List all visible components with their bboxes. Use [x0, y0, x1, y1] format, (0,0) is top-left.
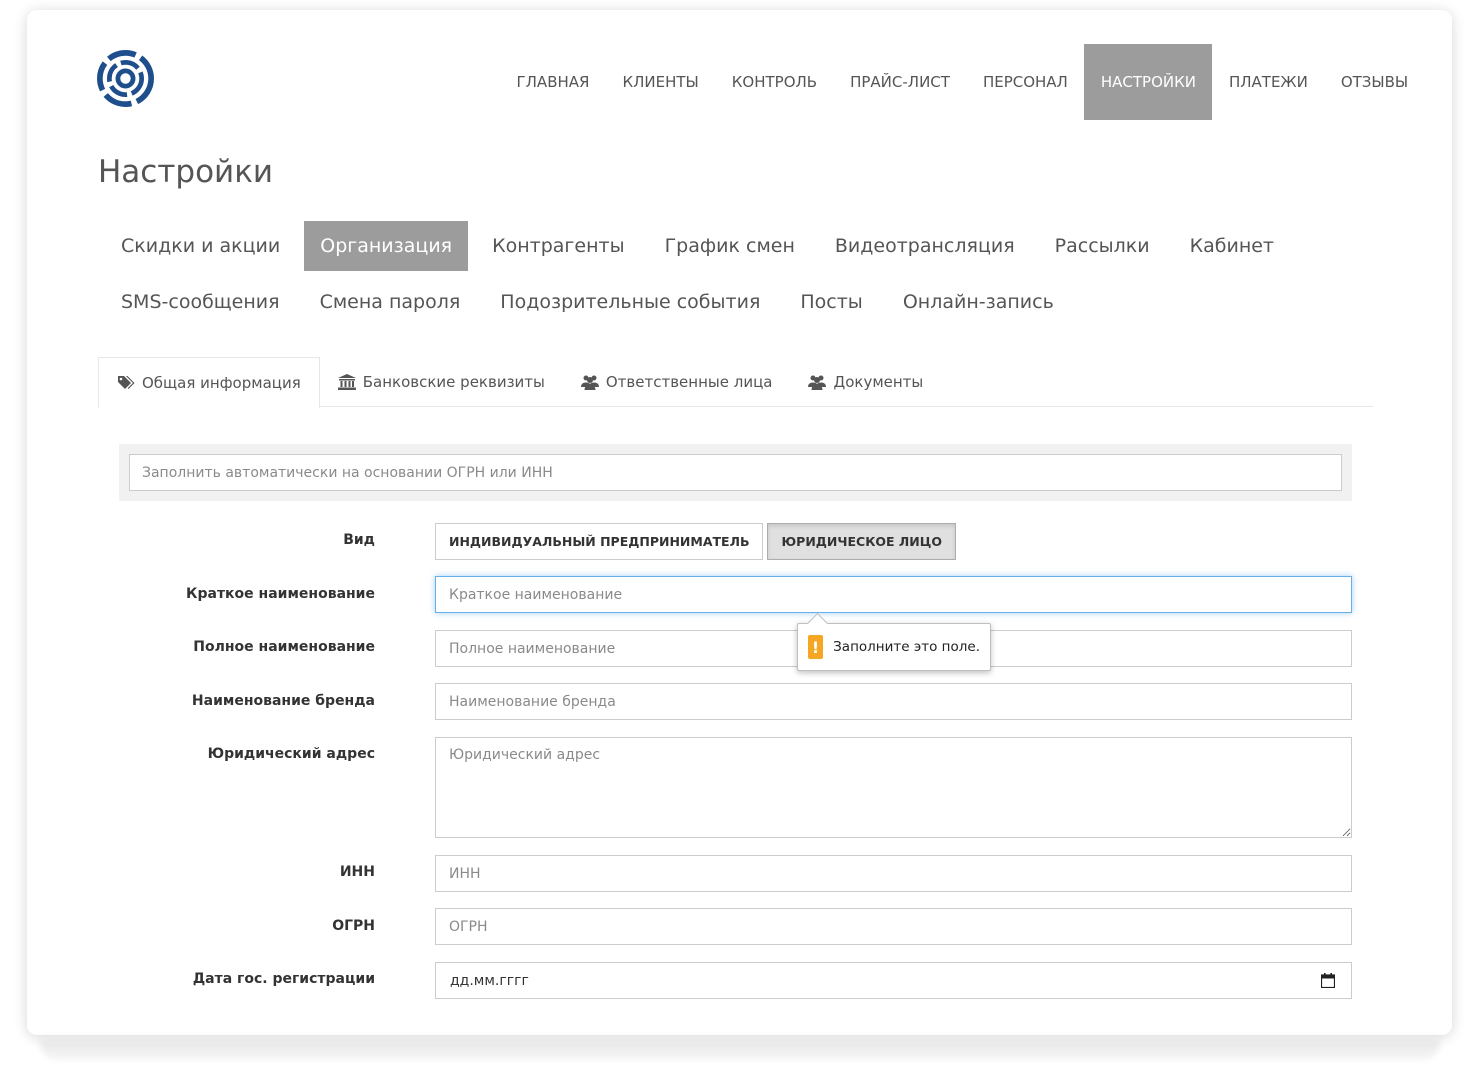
tab-contractors[interactable]: Контрагенты	[476, 221, 640, 271]
nav-item-pricelist[interactable]: ПРАЙС-ЛИСТ	[834, 44, 967, 120]
subtab-general-info-label: Общая информация	[142, 373, 301, 392]
main-nav: ГЛАВНАЯ КЛИЕНТЫ КОНТРОЛЬ ПРАЙС-ЛИСТ ПЕРС…	[500, 44, 1425, 120]
ogrn-label: ОГРН	[332, 918, 375, 934]
nav-item-main[interactable]: ГЛАВНАЯ	[500, 44, 606, 120]
inn-input[interactable]	[435, 855, 1352, 892]
validation-tooltip-text: Заполните это поле.	[833, 639, 980, 655]
reg-date-label: Дата гос. регистрации	[192, 971, 375, 987]
tab-change-password[interactable]: Смена пароля	[304, 277, 477, 327]
inn-label: ИНН	[339, 864, 375, 880]
tab-video-stream[interactable]: Видеотрансляция	[819, 221, 1031, 271]
type-label: Вид	[343, 532, 375, 548]
short-name-input[interactable]	[435, 576, 1352, 613]
short-name-label: Краткое наименование	[186, 586, 375, 602]
bank-icon	[337, 374, 356, 390]
tab-online-booking[interactable]: Онлайн-запись	[887, 277, 1070, 327]
page-title: Настройки	[98, 154, 274, 190]
target-logo-icon[interactable]	[97, 50, 154, 107]
tab-posts[interactable]: Посты	[784, 277, 878, 327]
nav-item-clients[interactable]: КЛИЕНТЫ	[606, 44, 715, 120]
tab-suspicious-events[interactable]: Подозрительные события	[484, 277, 776, 327]
full-name-label: Полное наименование	[193, 639, 375, 655]
tab-organization[interactable]: Организация	[304, 221, 469, 271]
settings-tabs-row-2: SMS-сообщения Смена пароля Подозрительны…	[105, 277, 1305, 327]
tab-discounts[interactable]: Скидки и акции	[105, 221, 296, 271]
tab-mailings[interactable]: Рассылки	[1039, 221, 1166, 271]
legal-address-textarea[interactable]	[435, 737, 1352, 838]
organization-subtabs: Общая информация Банковские реквизиты От…	[98, 357, 1373, 408]
nav-item-staff[interactable]: ПЕРСОНАЛ	[966, 44, 1084, 120]
subtab-documents[interactable]: Документы	[790, 357, 941, 407]
settings-tabs: Скидки и акции Организация Контрагенты Г…	[105, 221, 1305, 333]
autofill-input[interactable]	[129, 454, 1342, 491]
settings-tabs-row-1: Скидки и акции Организация Контрагенты Г…	[105, 221, 1305, 271]
subtab-general-info[interactable]: Общая информация	[98, 357, 320, 408]
type-individual-button[interactable]: ИНДИВИДУАЛЬНЫЙ ПРЕДПРИНИМАТЕЛЬ	[435, 523, 764, 560]
subtab-responsible-persons-label: Ответственные лица	[605, 373, 773, 391]
users-icon	[580, 374, 599, 390]
type-legal-entity-button[interactable]: ЮРИДИЧЕСКОЕ ЛИЦО	[767, 523, 956, 560]
tab-sms[interactable]: SMS-сообщения	[105, 277, 296, 327]
validation-tooltip: ! Заполните это поле.	[797, 623, 991, 671]
subtab-bank-details[interactable]: Банковские реквизиты	[320, 357, 563, 407]
tab-shift-schedule[interactable]: График смен	[649, 221, 811, 271]
nav-item-payments[interactable]: ПЛАТЕЖИ	[1212, 44, 1324, 120]
warning-icon: !	[808, 635, 824, 659]
nav-item-control[interactable]: КОНТРОЛЬ	[715, 44, 833, 120]
reg-date-input[interactable]: дд.мм.гггг	[435, 962, 1352, 999]
reg-date-value: дд.мм.гггг	[450, 973, 529, 989]
nav-item-reviews[interactable]: ОТЗЫВЫ	[1324, 44, 1424, 120]
legal-address-label: Юридический адрес	[207, 746, 375, 762]
card-shadow	[40, 1038, 1440, 1060]
users-icon	[808, 374, 827, 390]
subtab-documents-label: Документы	[833, 373, 924, 391]
nav-item-settings[interactable]: НАСТРОЙКИ	[1084, 44, 1213, 120]
type-selector: ИНДИВИДУАЛЬНЫЙ ПРЕДПРИНИМАТЕЛЬ ЮРИДИЧЕСК…	[435, 523, 960, 560]
brand-name-input[interactable]	[435, 683, 1352, 720]
tags-icon	[117, 375, 135, 391]
calendar-icon[interactable]	[1321, 973, 1335, 988]
brand-name-label: Наименование бренда	[191, 693, 375, 709]
ogrn-input[interactable]	[435, 908, 1352, 945]
subtab-responsible-persons[interactable]: Ответственные лица	[563, 357, 791, 407]
main-card: ГЛАВНАЯ КЛИЕНТЫ КОНТРОЛЬ ПРАЙС-ЛИСТ ПЕРС…	[27, 10, 1452, 1035]
autofill-panel	[119, 444, 1352, 501]
subtab-bank-details-label: Банковские реквизиты	[362, 373, 545, 391]
tab-cabinet[interactable]: Кабинет	[1174, 221, 1290, 271]
